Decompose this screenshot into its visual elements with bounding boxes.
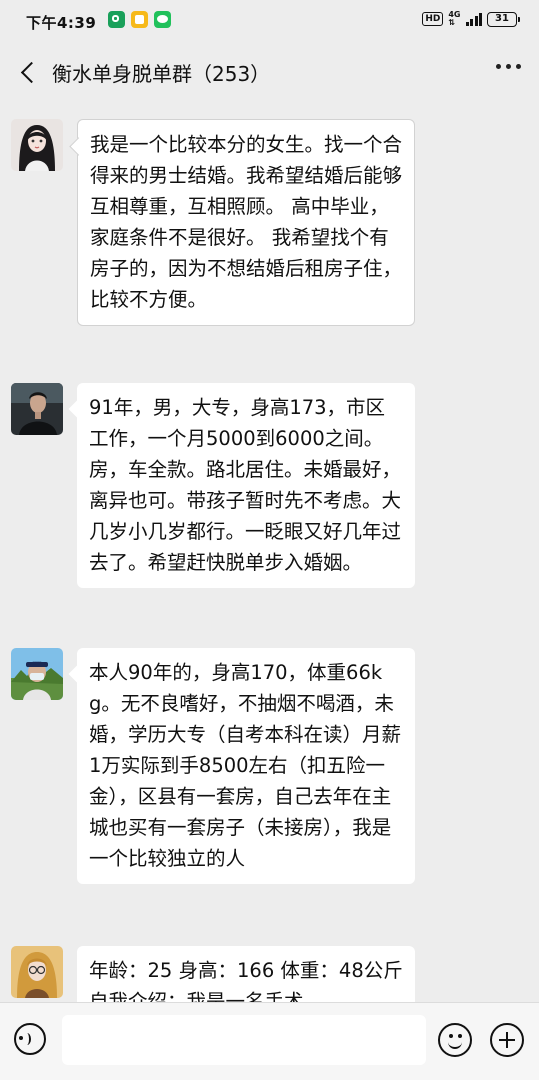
message-input[interactable] bbox=[62, 1015, 426, 1065]
network-type: 4G ⇅ bbox=[448, 10, 461, 27]
battery-icon: 31 bbox=[487, 11, 520, 27]
message-bubble[interactable]: 本人90年的，身高170，体重66kg。无不良嗜好，不抽烟不喝酒，未婚，学历大专… bbox=[77, 648, 415, 884]
message-bubble[interactable]: 年龄：25 身高：166 体重：48公斤 自我介绍：我是一名手术 bbox=[77, 946, 415, 1002]
avatar[interactable] bbox=[11, 383, 63, 435]
wechat-notification-icon bbox=[154, 11, 171, 28]
chat-title: 衡水单身脱单群（253） bbox=[52, 62, 271, 86]
back-button[interactable] bbox=[12, 56, 44, 88]
message-bubble[interactable]: 我是一个比较本分的女生。找一个合得来的男士结婚。我希望结婚后能够互相尊重，互相照… bbox=[77, 119, 415, 326]
more-dots-icon bbox=[496, 64, 501, 69]
avatar[interactable] bbox=[11, 946, 63, 998]
more-functions-button[interactable] bbox=[490, 1023, 524, 1057]
notification-icons bbox=[108, 11, 171, 28]
status-indicators: HD 4G ⇅ 31 bbox=[422, 10, 520, 27]
message-bubble[interactable]: 91年，男，大专，身高173，市区工作，一个月5000到6000之间。房，车全款… bbox=[77, 383, 415, 588]
emoji-button[interactable] bbox=[438, 1023, 472, 1057]
voice-input-button[interactable] bbox=[14, 1023, 46, 1055]
chat-input-bar bbox=[0, 1002, 539, 1080]
app-notification-icon bbox=[108, 11, 125, 28]
avatar[interactable] bbox=[11, 648, 63, 700]
status-bar: 下午4:39 HD 4G ⇅ 31 bbox=[0, 0, 539, 44]
hd-icon: HD bbox=[422, 12, 444, 26]
status-time: 下午4:39 bbox=[26, 14, 97, 32]
chat-header: 衡水单身脱单群（253） bbox=[0, 44, 539, 100]
chat-screen: 下午4:39 HD 4G ⇅ 31 衡水单身脱单群（253） 我是一个比较本分的… bbox=[0, 0, 539, 1080]
app-notification-icon bbox=[131, 11, 148, 28]
avatar[interactable] bbox=[11, 119, 63, 171]
more-options-button[interactable] bbox=[496, 64, 521, 69]
message-list[interactable]: 我是一个比较本分的女生。找一个合得来的男士结婚。我希望结婚后能够互相尊重，互相照… bbox=[0, 100, 539, 1002]
back-arrow-icon bbox=[20, 61, 43, 84]
voice-icon bbox=[19, 1033, 31, 1045]
signal-icon bbox=[465, 12, 482, 26]
